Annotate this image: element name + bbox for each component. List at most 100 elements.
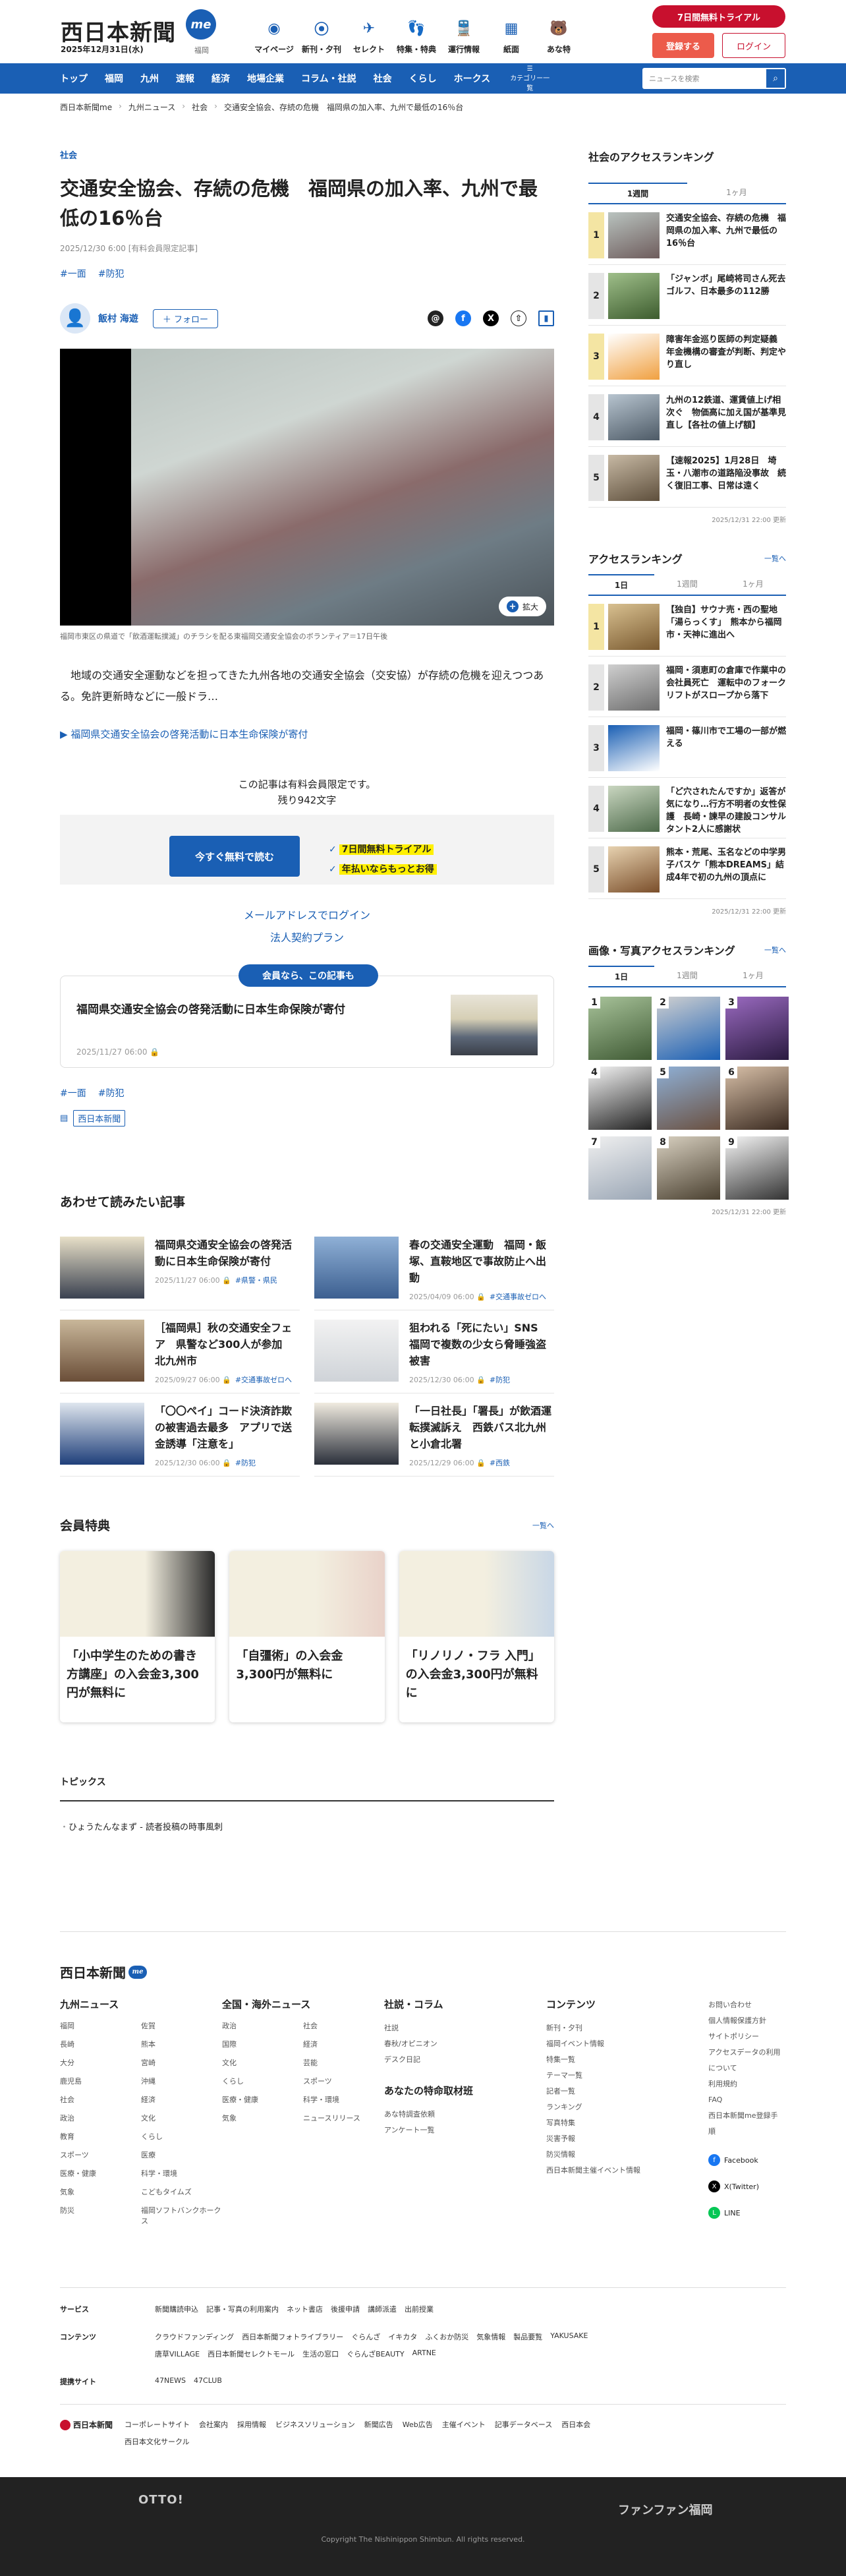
service-link[interactable]: 記事・写真の利用案内 [206, 2304, 279, 2314]
article-photo[interactable]: + 拡大 [60, 349, 554, 626]
ranking-item[interactable]: 1 【独自】サウナ売・西の聖地「湯らっくす」 熊本から福岡市・天神に進出へ [588, 596, 786, 657]
photo-grid-item[interactable]: 7 [588, 1136, 652, 1200]
x-icon[interactable]: X [483, 310, 499, 326]
corp-link[interactable]: 主催イベント [442, 2419, 486, 2430]
photo-more-link[interactable]: 一覧へ [764, 945, 786, 955]
site-logo[interactable]: 西日本新聞 [61, 15, 176, 47]
category-list-button[interactable]: ☰ カテゴリー一覧 [510, 65, 550, 92]
footer-link[interactable]: 写真特集 [546, 2115, 708, 2131]
footer-link[interactable]: 防災 [60, 2205, 141, 2226]
login-button[interactable]: ログイン [722, 33, 785, 58]
footer-link[interactable]: 鹿児島 [60, 2076, 141, 2086]
photo-grid-item[interactable]: 5 [657, 1067, 720, 1130]
footer-link[interactable]: こどもタイムズ [141, 2186, 222, 2197]
footer-link[interactable]: 医療 [141, 2150, 222, 2160]
tag-ichimen[interactable]: #一面 [60, 267, 86, 280]
footer-link[interactable]: アクセスデータの利用について [708, 2045, 781, 2076]
trial-button[interactable]: 7日間無料トライアル [652, 5, 785, 28]
footer-link[interactable]: 宮崎 [141, 2057, 222, 2068]
footer-link[interactable]: 芸能 [303, 2057, 384, 2068]
author-avatar-icon[interactable]: 👤 [60, 303, 90, 334]
read-free-button[interactable]: 今すぐ無料で読む [169, 836, 300, 877]
line-link[interactable]: L LINE [708, 2207, 781, 2219]
footer-link[interactable]: 防災情報 [546, 2147, 708, 2163]
footer-link[interactable]: ランキング [546, 2099, 708, 2115]
content-link[interactable]: 製品要覧 [513, 2331, 542, 2342]
benefits-more-link[interactable]: 一覧へ [532, 1520, 554, 1531]
follow-button[interactable]: ＋ フォロー [152, 308, 219, 328]
footer-link[interactable]: 記者一覧 [546, 2084, 708, 2099]
benefit-card[interactable]: 「リノリノ・フラ 入門」の入会金3,300円が無料に [399, 1551, 554, 1722]
gnav-top[interactable]: トップ [60, 72, 105, 85]
threads-icon[interactable]: @ [428, 310, 443, 326]
nav-select[interactable]: ✈ セレクト [345, 17, 393, 55]
topic-item[interactable]: ひょうたんなまず - 読者投稿の時事風刺 [60, 1820, 554, 1832]
facebook-link[interactable]: f Facebook [708, 2154, 781, 2166]
corp-logo[interactable]: 西日本新聞 [60, 2419, 113, 2430]
photo-grid-item[interactable]: 2 [657, 997, 720, 1060]
search-box[interactable]: ニュースを検索 ⌕ [642, 68, 786, 89]
facebook-icon[interactable]: f [455, 310, 471, 326]
corp-link[interactable]: 採用情報 [237, 2419, 266, 2430]
gnav-breaking[interactable]: 速報 [176, 72, 212, 85]
ranking-item[interactable]: 5 【速報2025】1月28日 埼玉・八潮市の道路陥没事故 続く復旧工事、日常は遠… [588, 447, 786, 508]
footer-link[interactable]: 経済 [303, 2039, 384, 2049]
nav-paper[interactable]: ▦ 紙面 [488, 17, 535, 55]
ranking-item[interactable]: 2 福岡・須恵町の倉庫で作業中の会社員死亡 運転中のフォークリフトがスロープから落… [588, 657, 786, 717]
author-name[interactable]: 飯村 海遊 [98, 312, 138, 325]
photo-grid-item[interactable]: 1 [588, 997, 652, 1060]
footer-logo[interactable]: 西日本新聞 me [60, 1962, 786, 1981]
footer-link[interactable]: あな特調査依頼 [384, 2107, 546, 2122]
footer-link[interactable]: 科学・環境 [141, 2168, 222, 2179]
footer-link[interactable]: 福岡 [60, 2020, 141, 2031]
footer-link[interactable]: 大分 [60, 2057, 141, 2068]
gnav-society[interactable]: 社会 [374, 72, 409, 85]
ranking-item[interactable]: 3 障害年金巡り医師の判定疑義 年金機構の審査が判断、判定やり直し [588, 326, 786, 386]
footer-link[interactable]: 福岡イベント情報 [546, 2036, 708, 2052]
bookmark-icon[interactable]: ▮ [538, 310, 554, 326]
footer-link[interactable]: 国際 [222, 2039, 303, 2049]
footer-link[interactable]: 特集一覧 [546, 2052, 708, 2068]
gnav-life[interactable]: くらし [409, 72, 454, 85]
footer-link[interactable]: 政治 [222, 2020, 303, 2031]
footer-link[interactable]: 熊本 [141, 2039, 222, 2049]
footer-link[interactable]: 科学・環境 [303, 2094, 384, 2105]
footer-link[interactable]: 医療・健康 [222, 2094, 303, 2105]
corp-link[interactable]: 西日本会 [561, 2419, 590, 2430]
corp-link[interactable]: ビジネスソリューション [275, 2419, 355, 2430]
photo-grid-item[interactable]: 6 [725, 1067, 789, 1130]
corp-link[interactable]: 西日本文化サークル [125, 2436, 190, 2447]
footer-link[interactable]: 社会 [60, 2094, 141, 2105]
corp-link[interactable]: 記事データベース [495, 2419, 552, 2430]
footer-link[interactable]: 沖縄 [141, 2076, 222, 2086]
content-link[interactable]: ぐらんざ [351, 2331, 380, 2342]
ranking-item[interactable]: 4 九州の12鉄道、運賃値上げ相次ぐ 物価高に加え国が基準見直し【各社の値上げ額】 [588, 386, 786, 447]
content-link[interactable]: 気象情報 [476, 2331, 505, 2342]
gnav-column[interactable]: コラム・社説 [301, 72, 374, 85]
tab-1month[interactable]: 1ヶ月 [720, 574, 786, 595]
content-link[interactable]: 西日本新聞セレクトモール [208, 2349, 295, 2359]
content-link[interactable]: ふくおか防災 [425, 2331, 468, 2342]
footer-link[interactable]: 気象 [60, 2186, 141, 2197]
footer-link[interactable]: 新刊・夕刊 [546, 2020, 708, 2036]
email-login-link[interactable]: メールアドレスでログイン [60, 904, 554, 927]
nav-anatoku[interactable]: 🐻 あな特 [535, 17, 582, 55]
service-link[interactable]: ネット書店 [287, 2304, 323, 2314]
footer-link[interactable]: 経済 [141, 2094, 222, 2105]
footer-link[interactable]: 長崎 [60, 2039, 141, 2049]
ranking-item[interactable]: 4 「ど穴されたんですか」返答が気になり…行方不明者の女性保護 長崎・諫早の建設コ… [588, 778, 786, 838]
nav-newspaper[interactable]: ⦿ 新刊・夕刊 [298, 17, 345, 55]
footer-link[interactable]: 西日本新聞me登録手順 [708, 2108, 781, 2140]
content-link[interactable]: ARTNE [412, 2349, 436, 2359]
read-item[interactable]: 春の交通安全運動 福岡・飯塚、直鞍地区で事故防止へ出動 2025/04/09 06… [314, 1227, 554, 1310]
footer-link[interactable]: 医療・健康 [60, 2168, 141, 2179]
footer-link[interactable]: ニュースリリース [303, 2113, 384, 2123]
otto-logo[interactable]: OTTO! [138, 2493, 184, 2507]
ranking-item[interactable]: 5 熊本・荒尾、玉名などの中学男子バスケ「熊本DREAMS」結成4年で初の九州の頂… [588, 838, 786, 899]
corp-link[interactable]: コーポレートサイト [125, 2419, 190, 2430]
footer-link[interactable]: デスク日記 [384, 2052, 546, 2068]
related-article-link[interactable]: ▶ 福岡県交通安全協会の啓発活動に日本生命保険が寄付 [60, 727, 554, 741]
photo-grid-item[interactable]: 3 [725, 997, 789, 1060]
partner-link[interactable]: 47CLUB [194, 2376, 222, 2387]
search-icon[interactable]: ⌕ [766, 69, 785, 88]
